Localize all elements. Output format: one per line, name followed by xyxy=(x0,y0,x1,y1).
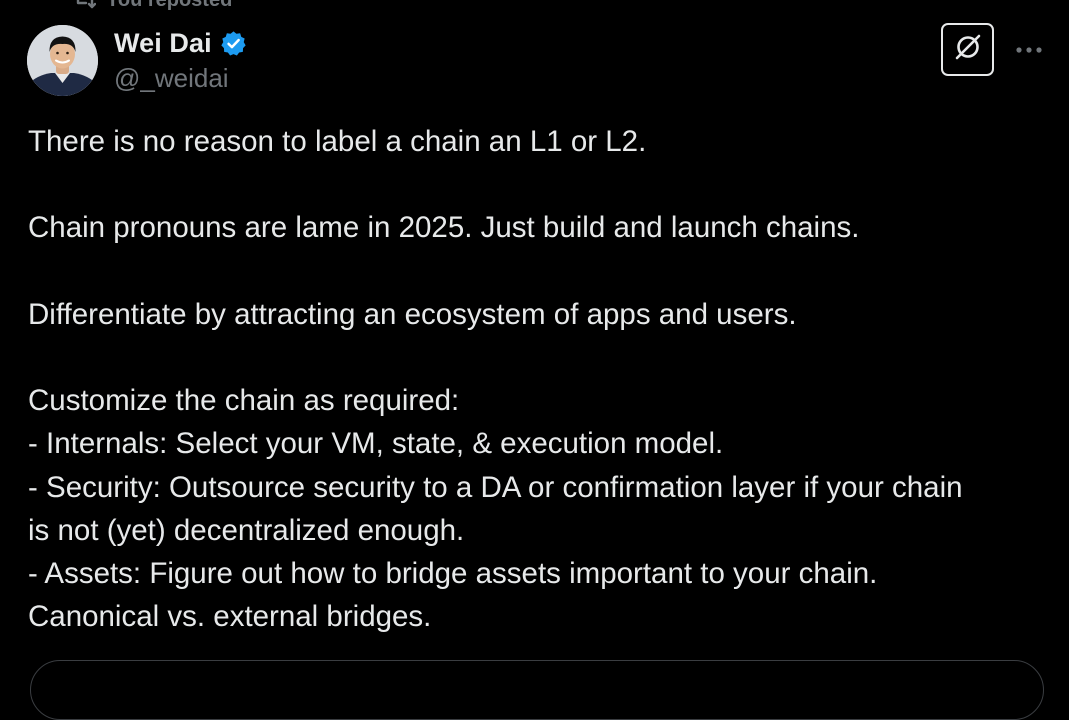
embedded-card-edge[interactable] xyxy=(30,660,1044,720)
tweet-paragraph: Chain pronouns are lame in 2025. Just bu… xyxy=(28,211,860,245)
tweet-paragraph: There is no reason to label a chain an L… xyxy=(28,125,647,158)
grok-icon xyxy=(952,31,984,68)
more-dots-icon xyxy=(1015,41,1043,59)
tweet-line: is not (yet) decentralized enough. xyxy=(28,513,465,547)
tweet-line: Canonical vs. external bridges. xyxy=(28,600,432,634)
verified-badge-icon[interactable] xyxy=(220,30,247,57)
repost-label: You reposted xyxy=(106,0,232,12)
more-options-button[interactable] xyxy=(1012,36,1046,64)
tweet-line: - Security: Outsource security to a DA o… xyxy=(28,470,963,504)
tweet-paragraph: Differentiate by attracting an ecosystem… xyxy=(28,297,797,331)
tweet-text: There is no reason to label a chain an L… xyxy=(28,120,1048,638)
grok-button[interactable] xyxy=(941,23,994,76)
tweet-list-intro: Customize the chain as required: xyxy=(28,384,460,418)
repost-context[interactable]: You reposted xyxy=(74,0,232,12)
display-name-row: Wei Dai xyxy=(114,26,247,60)
repost-icon xyxy=(74,0,96,9)
author-header: Wei Dai @_weidai xyxy=(114,26,247,94)
tweet-line: - Internals: Select your VM, state, & ex… xyxy=(28,427,724,461)
display-name[interactable]: Wei Dai xyxy=(114,28,212,59)
avatar[interactable] xyxy=(27,25,98,96)
author-handle[interactable]: @_weidai xyxy=(114,63,247,94)
tweet-line: - Assets: Figure out how to bridge asset… xyxy=(28,556,878,590)
